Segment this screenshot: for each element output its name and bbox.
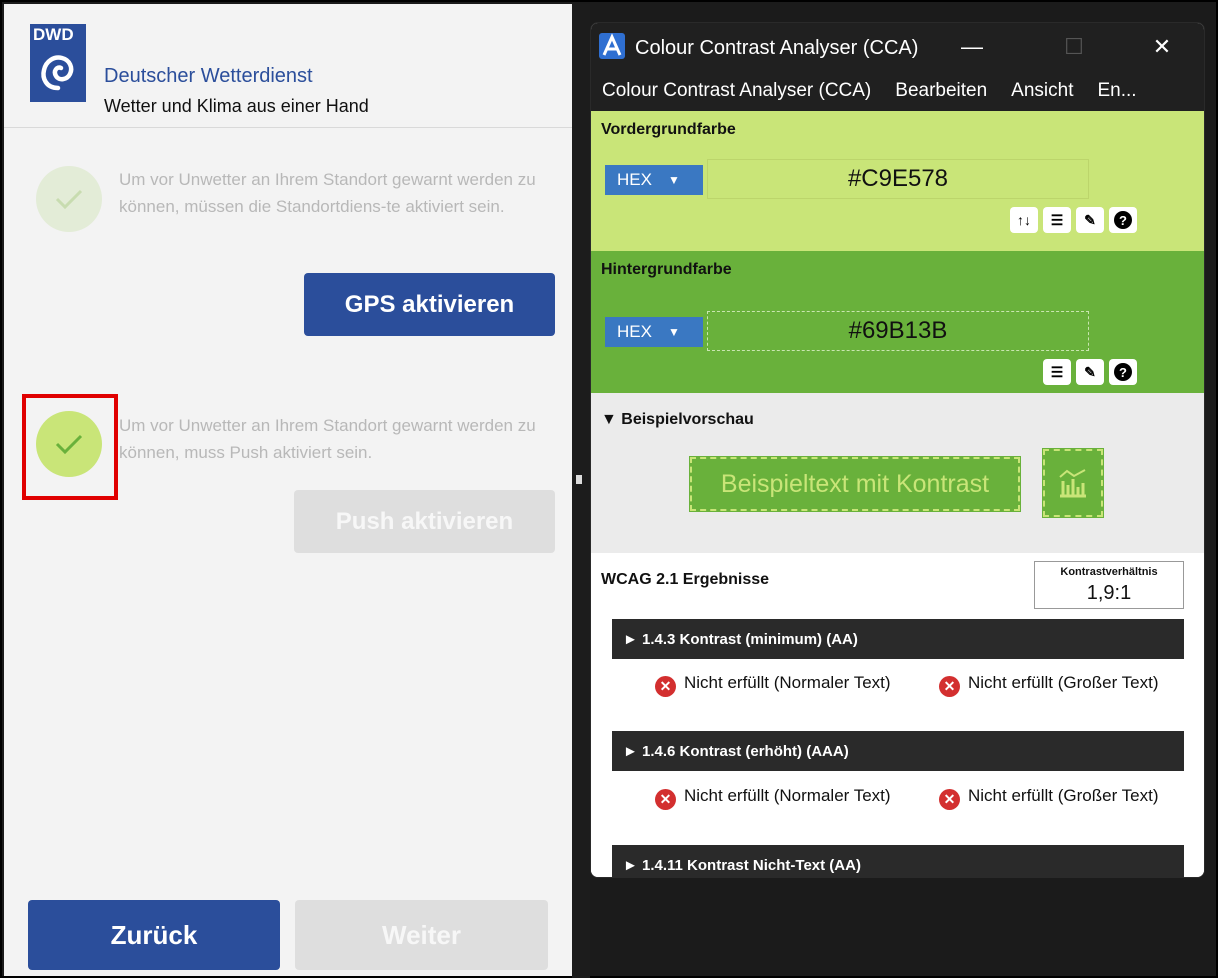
menu-more[interactable]: En...: [1097, 80, 1136, 102]
background-hex-input[interactable]: #69B13B: [707, 311, 1089, 351]
contrast-ratio-box: Kontrastverhältnis 1,9:1: [1034, 561, 1184, 609]
background-title: Hintergrundfarbe: [601, 261, 732, 278]
brand-name: Deutscher Wetterdienst: [104, 65, 313, 87]
result-large-text: ✕ Nicht erfüllt (Großer Text): [939, 673, 1199, 697]
back-button[interactable]: Zurück: [28, 900, 280, 970]
result-large-label: Nicht erfüllt (Großer Text): [968, 786, 1159, 805]
background-format-label: HEX: [617, 322, 652, 341]
criterion-1-4-11[interactable]: ► 1.4.11 Kontrast Nicht-Text (AA): [612, 845, 1184, 877]
chevron-down-icon: ▼: [667, 325, 680, 339]
criterion-1-4-6[interactable]: ► 1.4.6 Kontrast (erhöht) (AAA): [612, 731, 1184, 771]
menu-app[interactable]: Colour Contrast Analyser (CCA): [602, 80, 871, 102]
sliders-icon[interactable]: ☰: [1043, 359, 1071, 385]
menu-edit[interactable]: Bearbeiten: [895, 80, 987, 102]
fail-icon: ✕: [939, 788, 960, 810]
divider-grip[interactable]: [576, 475, 582, 484]
screenshot-frame: DWD Deutscher Wetterdienst Wetter und Kl…: [0, 0, 1218, 978]
preview-section: ▼ Beispielvorschau Beispieltext mit Kont…: [591, 393, 1204, 553]
background-panel: Hintergrundfarbe HEX ▼ #69B13B ☰ ✎ ?: [591, 251, 1204, 393]
window-title: Colour Contrast Analyser (CCA): [635, 37, 919, 59]
push-permission-text: Um vor Unwetter an Ihrem Standort gewarn…: [119, 416, 536, 462]
location-check-icon: [36, 166, 102, 232]
sliders-icon[interactable]: ☰: [1043, 207, 1071, 233]
menu-bar: Colour Contrast Analyser (CCA) Bearbeite…: [591, 71, 1204, 111]
cca-window: Colour Contrast Analyser (CCA) — ☐ ✕ Col…: [590, 22, 1205, 878]
highlight-box: [22, 394, 118, 500]
dwd-logo: DWD: [30, 24, 86, 102]
app-header: DWD Deutscher Wetterdienst Wetter und Kl…: [4, 4, 572, 128]
fail-icon: ✕: [939, 675, 960, 697]
next-button[interactable]: Weiter: [295, 900, 548, 970]
swap-icon[interactable]: ↑↓: [1010, 207, 1038, 233]
sample-text: Beispieltext mit Kontrast: [689, 456, 1021, 512]
chevron-down-icon: ▼: [667, 173, 680, 187]
eyedropper-icon[interactable]: ✎: [1076, 207, 1104, 233]
foreground-hex-input[interactable]: #C9E578: [707, 159, 1089, 199]
criterion-1-4-3[interactable]: ► 1.4.3 Kontrast (minimum) (AA): [612, 619, 1184, 659]
swirl-icon: [41, 55, 74, 91]
dwd-app: DWD Deutscher Wetterdienst Wetter und Kl…: [4, 4, 572, 976]
contrast-ratio-label: Kontrastverhältnis: [1060, 566, 1158, 578]
split-divider[interactable]: [572, 4, 590, 978]
contrast-ratio-value: 1,9:1: [1086, 582, 1132, 604]
result-normal-label: Nicht erfüllt (Normaler Text): [684, 786, 891, 805]
help-icon[interactable]: ?: [1109, 207, 1137, 233]
maximize-icon[interactable]: ☐: [1051, 23, 1097, 71]
location-permission-text: Um vor Unwetter an Ihrem Standort gewarn…: [119, 170, 536, 216]
result-normal-label: Nicht erfüllt (Normaler Text): [684, 673, 891, 692]
foreground-format-label: HEX: [617, 170, 652, 189]
wcag-results: WCAG 2.1 Ergebnisse Kontrastverhältnis 1…: [591, 553, 1204, 877]
results-title: WCAG 2.1 Ergebnisse: [601, 571, 770, 588]
fail-icon: ✕: [655, 788, 676, 810]
result-normal-text: ✕ Nicht erfüllt (Normaler Text): [655, 673, 895, 697]
gps-activate-button[interactable]: GPS aktivieren: [304, 273, 555, 336]
logo-text: DWD: [33, 25, 74, 44]
minimize-icon[interactable]: —: [949, 23, 995, 71]
result-large-text: ✕ Nicht erfüllt (Großer Text): [939, 786, 1199, 810]
result-normal-text: ✕ Nicht erfüllt (Normaler Text): [655, 786, 895, 810]
background-format-select[interactable]: HEX ▼: [605, 317, 703, 347]
preview-toggle[interactable]: ▼ Beispielvorschau: [601, 411, 754, 429]
push-activate-button[interactable]: Push aktivieren: [294, 490, 555, 553]
cca-app-icon: [599, 33, 625, 59]
foreground-title: Vordergrundfarbe: [601, 121, 736, 138]
tagline: Wetter und Klima aus einer Hand: [104, 96, 369, 116]
foreground-format-select[interactable]: HEX ▼: [605, 165, 703, 195]
foreground-panel: Vordergrundfarbe HEX ▼ #C9E578 ↑↓ ☰ ✎ ?: [591, 111, 1204, 251]
menu-view[interactable]: Ansicht: [1011, 80, 1073, 102]
fail-icon: ✕: [655, 675, 676, 697]
title-bar[interactable]: Colour Contrast Analyser (CCA) — ☐ ✕: [591, 23, 1204, 71]
result-large-label: Nicht erfüllt (Großer Text): [968, 673, 1159, 692]
close-icon[interactable]: ✕: [1139, 23, 1185, 71]
help-icon[interactable]: ?: [1109, 359, 1137, 385]
eyedropper-icon[interactable]: ✎: [1076, 359, 1104, 385]
chart-icon: [1042, 448, 1104, 518]
